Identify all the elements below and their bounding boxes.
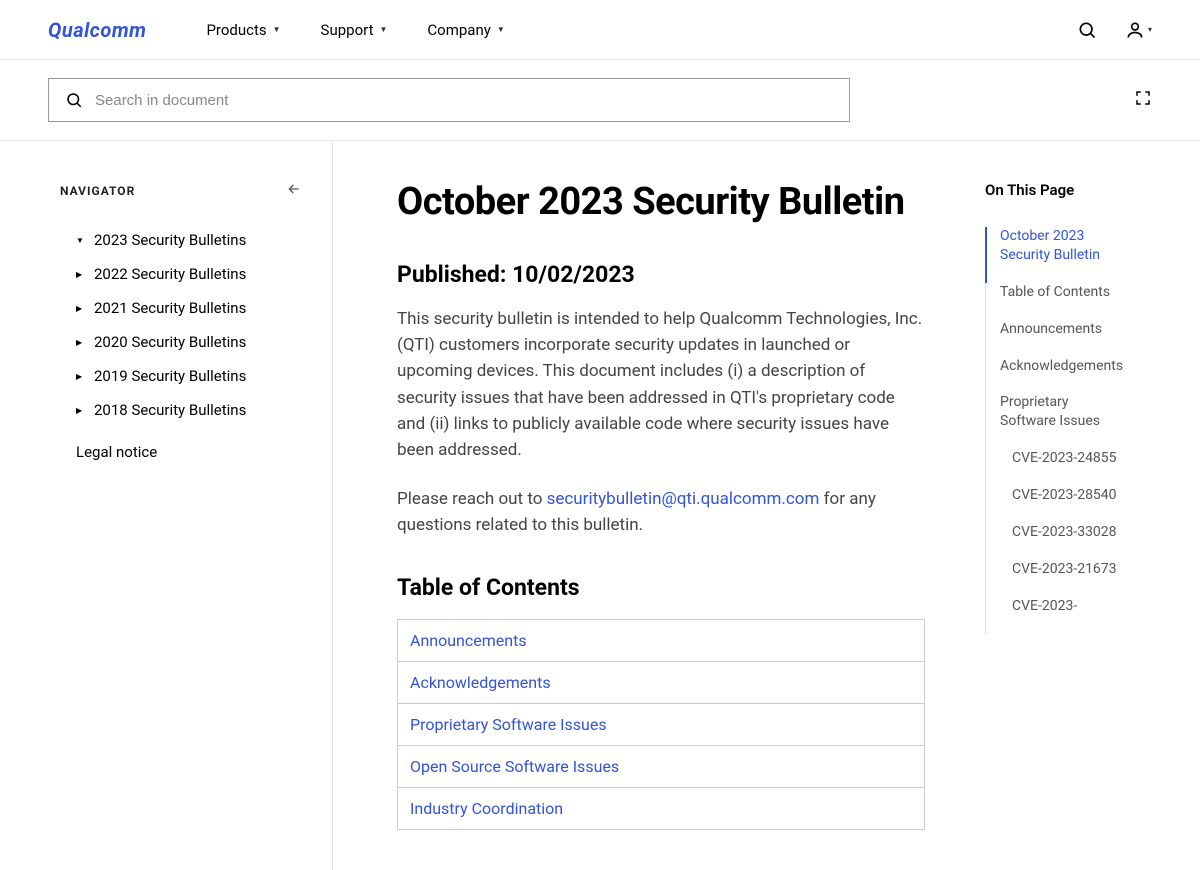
global-header: Qualcomm Products ▼ Support ▼ Company ▼ ▾ xyxy=(0,0,1200,60)
caret-down-icon: ▼ xyxy=(76,236,84,245)
navigator-sidebar: NAVIGATOR ▼ 2023 Security Bulletins ▶ 2022 … xyxy=(0,141,333,870)
header-actions: ▾ xyxy=(1077,20,1152,40)
account-icon[interactable]: ▾ xyxy=(1125,20,1152,40)
caret-right-icon: ▶ xyxy=(76,270,84,279)
caret-down-icon: ▾ xyxy=(1148,25,1152,34)
toc-heading: Table of Contents xyxy=(397,574,925,601)
content-row: NAVIGATOR ▼ 2023 Security Bulletins ▶ 2022 … xyxy=(0,141,1200,870)
toc-link[interactable]: Industry Coordination xyxy=(410,799,563,818)
toc-row: Open Source Software Issues xyxy=(398,746,925,788)
page-title: October 2023 Security Bulletin xyxy=(397,181,925,225)
primary-nav: Products ▼ Support ▼ Company ▼ xyxy=(206,21,1077,39)
toc-cell: Industry Coordination xyxy=(398,788,925,830)
toc-link[interactable]: Proprietary Software Issues xyxy=(410,715,607,734)
contact-text-before: Please reach out to xyxy=(397,489,547,509)
toc-cell: Acknowledgements xyxy=(398,662,925,704)
article: October 2023 Security Bulletin Published… xyxy=(397,181,925,830)
on-this-page-item[interactable]: Table of Contents xyxy=(986,283,1125,320)
nav-tree-item-label: 2020 Security Bulletins xyxy=(94,333,246,351)
nav-tree: ▼ 2023 Security Bulletins ▶ 2022 Security B… xyxy=(60,223,302,427)
on-this-page-title: On This Page xyxy=(985,181,1125,199)
sidebar-header: NAVIGATOR xyxy=(60,181,302,201)
main-area: October 2023 Security Bulletin Published… xyxy=(333,141,1200,870)
on-this-page-item[interactable]: Announcements xyxy=(986,320,1125,357)
on-this-page-item[interactable]: CVE-2023-24855 xyxy=(986,449,1125,486)
contact-email-link[interactable]: securitybulletin@qti.qualcomm.com xyxy=(547,489,820,509)
on-this-page: On This Page October 2023 Security Bulle… xyxy=(985,181,1125,830)
nav-tree-item-label: 2019 Security Bulletins xyxy=(94,367,246,385)
search-icon xyxy=(65,91,83,109)
search-icon[interactable] xyxy=(1077,20,1097,40)
toc-row: Acknowledgements xyxy=(398,662,925,704)
nav-tree-item[interactable]: ▶ 2021 Security Bulletins xyxy=(60,291,302,325)
toc-row: Industry Coordination xyxy=(398,788,925,830)
published-heading: Published: 10/02/2023 xyxy=(397,261,925,288)
nav-company-label: Company xyxy=(427,21,490,39)
caret-down-icon: ▼ xyxy=(497,25,505,34)
nav-support-label: Support xyxy=(321,21,374,39)
on-this-page-item[interactable]: Proprietary Software Issues xyxy=(986,393,1125,449)
toc-row: Proprietary Software Issues xyxy=(398,704,925,746)
toc-row: Announcements xyxy=(398,620,925,662)
on-this-page-item[interactable]: CVE-2023-33028 xyxy=(986,523,1125,560)
contact-paragraph: Please reach out to securitybulletin@qti… xyxy=(397,486,925,539)
nav-tree-item-label: 2021 Security Bulletins xyxy=(94,299,246,317)
caret-down-icon: ▼ xyxy=(273,25,281,34)
toc-cell: Proprietary Software Issues xyxy=(398,704,925,746)
sidebar-title: NAVIGATOR xyxy=(60,184,135,198)
brand-logo[interactable]: Qualcomm xyxy=(48,18,146,42)
nav-tree-item[interactable]: ▶ 2020 Security Bulletins xyxy=(60,325,302,359)
caret-right-icon: ▶ xyxy=(76,406,84,415)
nav-tree-item[interactable]: ▶ 2018 Security Bulletins xyxy=(60,393,302,427)
doc-search-box[interactable] xyxy=(48,78,850,122)
doc-search-row xyxy=(0,60,1200,141)
on-this-page-item[interactable]: CVE-2023- xyxy=(986,597,1125,634)
toc-table: Announcements Acknowledgements Proprietary… xyxy=(397,619,925,830)
legal-notice-link[interactable]: Legal notice xyxy=(60,427,302,461)
nav-tree-item[interactable]: ▶ 2022 Security Bulletins xyxy=(60,257,302,291)
fullscreen-icon[interactable] xyxy=(1134,89,1152,111)
caret-right-icon: ▶ xyxy=(76,372,84,381)
toc-link[interactable]: Acknowledgements xyxy=(410,673,551,692)
nav-products[interactable]: Products ▼ xyxy=(206,21,280,39)
nav-company[interactable]: Company ▼ xyxy=(427,21,504,39)
nav-tree-item-label: 2022 Security Bulletins xyxy=(94,265,246,283)
caret-right-icon: ▶ xyxy=(76,338,84,347)
nav-tree-item-label: 2018 Security Bulletins xyxy=(94,401,246,419)
collapse-sidebar-icon[interactable] xyxy=(286,181,302,201)
on-this-page-item[interactable]: CVE-2023-21673 xyxy=(986,560,1125,597)
nav-support[interactable]: Support ▼ xyxy=(321,21,388,39)
on-this-page-item[interactable]: October 2023 Security Bulletin xyxy=(985,227,1125,283)
doc-search-input[interactable] xyxy=(95,92,833,109)
toc-cell: Announcements xyxy=(398,620,925,662)
on-this-page-list: October 2023 Security BulletinTable of C… xyxy=(985,227,1125,634)
toc-link[interactable]: Open Source Software Issues xyxy=(410,757,619,776)
toc-cell: Open Source Software Issues xyxy=(398,746,925,788)
caret-down-icon: ▼ xyxy=(379,25,387,34)
toc-link[interactable]: Announcements xyxy=(410,631,527,650)
nav-tree-item[interactable]: ▶ 2019 Security Bulletins xyxy=(60,359,302,393)
nav-products-label: Products xyxy=(206,21,266,39)
nav-tree-item[interactable]: ▼ 2023 Security Bulletins xyxy=(60,223,302,257)
intro-paragraph: This security bulletin is intended to he… xyxy=(397,306,925,464)
toc-tbody: Announcements Acknowledgements Proprietary… xyxy=(398,620,925,830)
on-this-page-item[interactable]: CVE-2023-28540 xyxy=(986,486,1125,523)
on-this-page-item[interactable]: Acknowledgements xyxy=(986,357,1125,394)
nav-tree-item-label: 2023 Security Bulletins xyxy=(94,231,246,249)
caret-right-icon: ▶ xyxy=(76,304,84,313)
